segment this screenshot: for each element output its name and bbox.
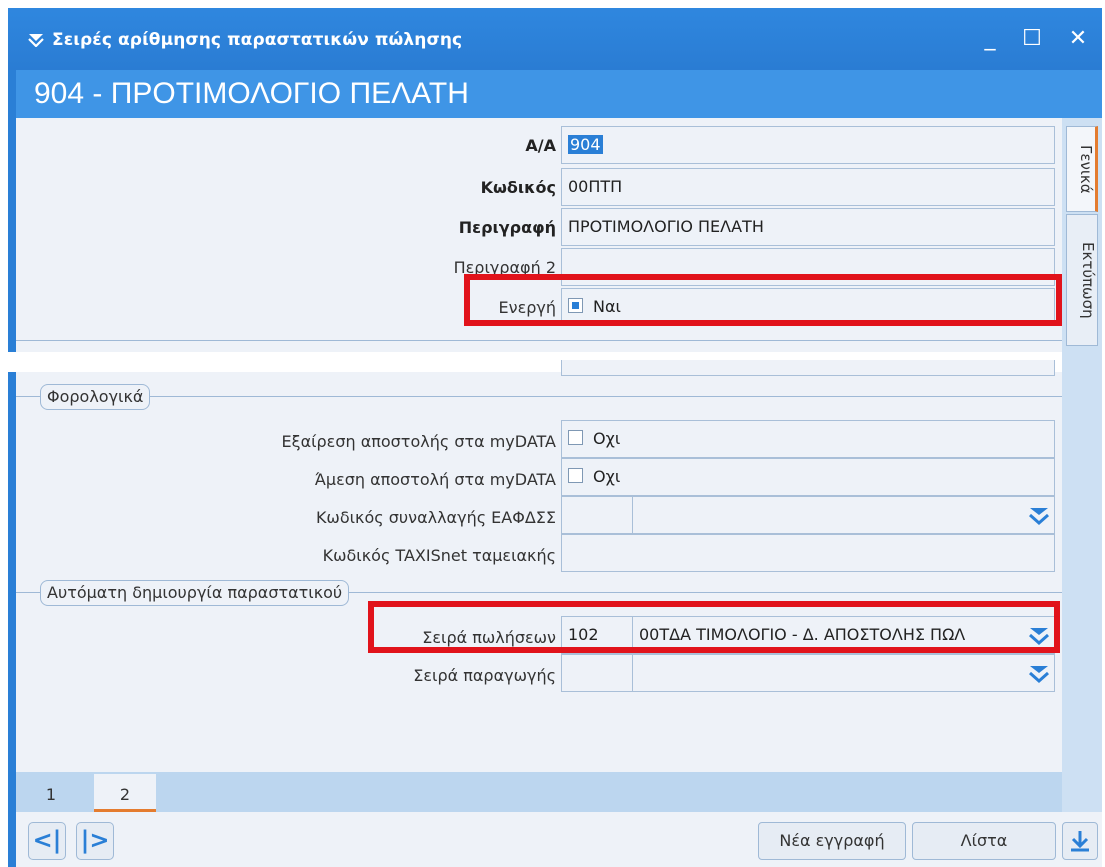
page-tab-1[interactable]: 1 <box>26 774 76 812</box>
taxisnet-field[interactable] <box>561 534 1055 572</box>
dropdown-chevron-icon[interactable] <box>1028 664 1050 684</box>
production-series-select[interactable] <box>632 654 1055 692</box>
close-button[interactable]: ✕ <box>1060 22 1096 56</box>
page-tab-2[interactable]: 2 <box>94 774 156 812</box>
production-series-label: Σειρά παραγωγής <box>413 666 556 685</box>
tax-group-label: Φορολογικά <box>40 384 151 410</box>
dropdown-chevron-icon[interactable] <box>1028 506 1050 526</box>
page-tabs: 1 2 <box>16 772 1062 812</box>
window-title-text: Σειρές αρίθμησης παραστατικών πώλησης <box>52 30 463 50</box>
description-label: Περιγραφή <box>458 218 556 237</box>
highlight-box-sales-series <box>368 601 1060 653</box>
minimize-button[interactable]: _ <box>972 22 1008 56</box>
side-tabs: Γενικά Εκτύπωση <box>1062 118 1102 822</box>
mydata-exclude-field[interactable]: Οχι <box>561 420 1055 458</box>
title-bar: Σειρές αρίθμησης παραστατικών πώλησης _ … <box>8 8 1102 70</box>
eafdss-select[interactable] <box>632 496 1055 534</box>
mydata-direct-checkbox[interactable] <box>568 468 583 483</box>
aa-field[interactable]: 904 <box>561 126 1055 164</box>
tab-printing[interactable]: Εκτύπωση <box>1066 214 1098 346</box>
new-record-button[interactable]: Νέα εγγραφή <box>758 822 906 860</box>
window: Σειρές αρίθμησης παραστατικών πώλησης _ … <box>8 8 1102 867</box>
chevron-down-icon[interactable] <box>28 33 44 47</box>
code-field[interactable]: 00ΠΤΠ <box>561 168 1055 206</box>
bottom-toolbar: <| |> Νέα εγγραφή Λίστα <box>16 812 1102 867</box>
mydata-direct-field[interactable]: Οχι <box>561 458 1055 496</box>
highlight-box-active <box>464 274 1062 326</box>
mydata-exclude-checkbox[interactable] <box>568 430 583 445</box>
auto-group-label: Αυτόματη δημιουργία παραστατικού <box>40 580 350 606</box>
mydata-direct-label: Άμεση αποστολή στα myDATA <box>314 470 556 489</box>
divider <box>16 340 1062 341</box>
taxisnet-label: Κωδικός TAXISnet ταμειακής <box>322 546 556 565</box>
production-series-code-field[interactable] <box>561 654 633 692</box>
tab-general[interactable]: Γενικά <box>1066 126 1098 212</box>
eafdss-code-field[interactable] <box>561 496 633 534</box>
previous-record-button[interactable]: <| <box>28 822 66 860</box>
page2-section: Φορολογικά Εξαίρεση αποστολής στα myDATA… <box>16 360 1062 772</box>
mydata-exclude-label: Εξαίρεση αποστολής στα myDATA <box>281 432 556 451</box>
eafdss-label: Κωδικός συναλλαγής ΕΑΦΔΣΣ <box>315 508 556 527</box>
download-icon <box>1071 831 1089 852</box>
tax-group-line <box>16 396 1062 397</box>
window-title: Σειρές αρίθμησης παραστατικών πώλησης <box>28 30 462 50</box>
aa-label: Α/Α <box>525 136 556 155</box>
list-button[interactable]: Λίστα <box>912 822 1056 860</box>
download-button[interactable] <box>1062 822 1098 860</box>
next-record-button[interactable]: |> <box>76 822 114 860</box>
maximize-button[interactable]: ☐ <box>1014 22 1050 56</box>
partial-field <box>561 360 1055 376</box>
record-header: 904 - ΠΡΟΤΙΜΟΛΟΓΙΟ ΠΕΛΑΤΗ <box>16 70 1102 118</box>
code-label: Κωδικός <box>480 178 556 197</box>
description-field[interactable]: ΠΡΟΤΙΜΟΛΟΓΙΟ ΠΕΛΑΤΗ <box>561 208 1055 246</box>
